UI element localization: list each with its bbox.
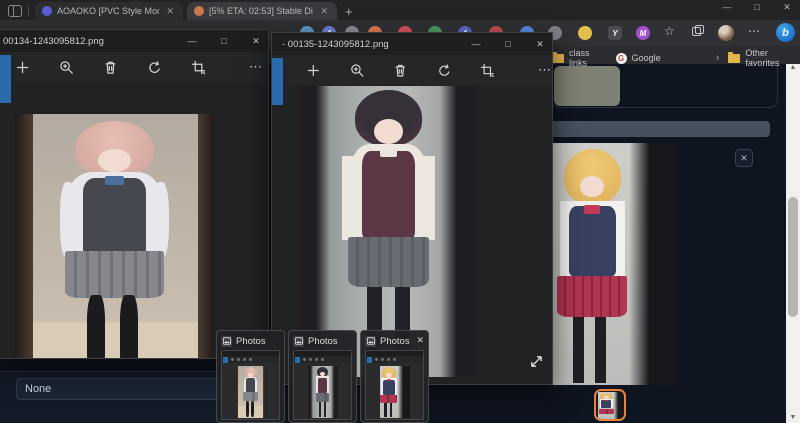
browser-tab-bar: AOAOKO [PVC Style Model] - PV ✕ [5% ETA:… <box>0 0 800 20</box>
desktop: ✕ None ▲ ▼ AOAOKO [PVC Style Model] - PV <box>0 0 800 423</box>
sd-script-section: None <box>0 371 222 423</box>
page-scrollbar[interactable]: ▲ ▼ <box>786 62 800 423</box>
photo-00134[interactable] <box>15 114 214 358</box>
window-controls: — □ ✕ <box>470 33 546 55</box>
close-icon[interactable]: ✕ <box>735 149 753 167</box>
preview-close-icon[interactable]: ✕ <box>416 335 424 346</box>
photos-app-icon <box>365 336 376 347</box>
sd-generate-button[interactable] <box>554 66 620 106</box>
favorite-folder-class-links[interactable]: class links <box>552 48 607 68</box>
extension-icon[interactable]: Y <box>608 26 622 40</box>
folder-icon <box>728 54 740 63</box>
favorite-google[interactable]: G Google <box>616 53 661 64</box>
preview-thumbnail <box>380 366 410 418</box>
minimize-icon[interactable]: — <box>186 36 198 46</box>
fullscreen-icon[interactable] <box>529 354 544 374</box>
sd-output-image[interactable] <box>553 143 677 385</box>
taskbar-preview-photos-1[interactable]: Photos <box>216 330 285 423</box>
crop-icon[interactable] <box>191 60 206 75</box>
tab-favicon <box>194 6 204 16</box>
google-icon: G <box>616 53 627 64</box>
maximize-icon[interactable]: □ <box>750 2 764 13</box>
favorite-folder-other[interactable]: Other favorites <box>728 48 800 68</box>
favorites-star-icon[interactable]: ☆ <box>664 24 675 38</box>
taskbar-previews: Photos Photos <box>216 330 430 423</box>
see-more-icon[interactable]: ⋯ <box>538 62 552 78</box>
preview-app-label: Photos <box>380 336 410 347</box>
close-icon[interactable]: ✕ <box>780 2 794 13</box>
window-title: - 00135-1243095812.png <box>282 39 389 50</box>
preview-app-label: Photos <box>308 336 338 347</box>
preview-window[interactable] <box>365 350 424 420</box>
scroll-down-icon[interactable]: ▼ <box>786 414 800 421</box>
profile-avatar[interactable] <box>718 25 734 41</box>
tab-close-icon[interactable]: ✕ <box>318 6 330 17</box>
extension-icon[interactable]: M <box>636 26 650 40</box>
taskbar-preview-photos-3[interactable]: Photos ✕ <box>360 330 429 423</box>
minimize-icon[interactable]: — <box>720 2 734 13</box>
window-controls: — □ ✕ <box>186 30 262 52</box>
folder-icon <box>552 54 564 63</box>
zoom-in-icon[interactable] <box>59 60 74 75</box>
browser-tab-civitai[interactable]: AOAOKO [PVC Style Model] - PV ✕ <box>35 2 183 20</box>
add-icon[interactable] <box>306 63 321 78</box>
new-tab-button[interactable]: + <box>345 4 353 19</box>
see-more-icon[interactable]: ⋯ <box>249 59 263 75</box>
photos-window-1: 00134-1243095812.png — □ ✕ ⋯ <box>0 29 269 359</box>
tab-close-icon[interactable]: ✕ <box>164 6 176 17</box>
tab-title: [5% ETA: 02:53] Stable Diffusion <box>209 6 313 16</box>
photo-canvas <box>0 82 268 358</box>
zoom-in-icon[interactable] <box>350 63 365 78</box>
taskbar-preview-photos-2[interactable]: Photos <box>288 330 357 423</box>
rotate-icon[interactable] <box>147 60 162 75</box>
delete-icon[interactable] <box>393 63 408 78</box>
window-title-bar[interactable]: - 00135-1243095812.png — □ ✕ <box>272 33 552 55</box>
preview-thumbnail <box>308 366 338 418</box>
settings-more-icon[interactable]: ⋯ <box>748 24 760 38</box>
favorites-items: class links G Google › Other favorites <box>552 48 800 68</box>
photos-app-icon <box>293 336 304 347</box>
sd-gallery-thumbnail-selected[interactable] <box>594 389 626 421</box>
tab-favicon <box>42 6 52 16</box>
preview-window[interactable] <box>293 350 352 420</box>
tab-actions-icon[interactable] <box>8 5 22 17</box>
close-icon[interactable]: ✕ <box>250 36 262 47</box>
photos-toolbar: ⋯ <box>272 55 552 85</box>
photos-toolbar: ⋯ <box>0 52 268 82</box>
favorites-overflow-chevron[interactable]: › <box>716 52 720 64</box>
crop-icon[interactable] <box>480 63 495 78</box>
preview-app-label: Photos <box>236 336 266 347</box>
maximize-icon[interactable]: □ <box>218 36 230 46</box>
rotate-icon[interactable] <box>437 63 452 78</box>
extension-icon[interactable] <box>578 26 592 40</box>
add-icon[interactable] <box>15 60 30 75</box>
gallery-thumb-image <box>598 392 624 421</box>
bing-logo-icon[interactable]: b <box>776 23 795 42</box>
minimize-icon[interactable]: — <box>470 39 482 49</box>
delete-icon[interactable] <box>103 60 118 75</box>
scrollbar-thumb[interactable] <box>788 197 798 317</box>
close-icon[interactable]: ✕ <box>534 39 546 50</box>
browser-window-controls: — □ ✕ <box>720 2 794 13</box>
photos-app-icon <box>221 336 232 347</box>
window-title: 00134-1243095812.png <box>3 36 104 47</box>
preview-thumbnail <box>236 366 266 418</box>
tab-separator <box>28 6 29 17</box>
blue-accent-strip <box>0 55 11 103</box>
script-dropdown-value: None <box>25 383 51 395</box>
browser-tab-stable-diffusion[interactable]: [5% ETA: 02:53] Stable Diffusion ✕ <box>187 2 337 20</box>
maximize-icon[interactable]: □ <box>502 39 514 49</box>
tab-title: AOAOKO [PVC Style Model] - PV <box>57 6 159 16</box>
preview-window[interactable] <box>221 350 280 420</box>
collections-icon[interactable] <box>692 27 704 38</box>
window-title-bar[interactable]: 00134-1243095812.png — □ ✕ <box>0 30 268 52</box>
blue-accent-strip <box>272 58 283 105</box>
sd-progress-bar <box>551 121 770 137</box>
script-dropdown[interactable]: None <box>16 378 222 400</box>
